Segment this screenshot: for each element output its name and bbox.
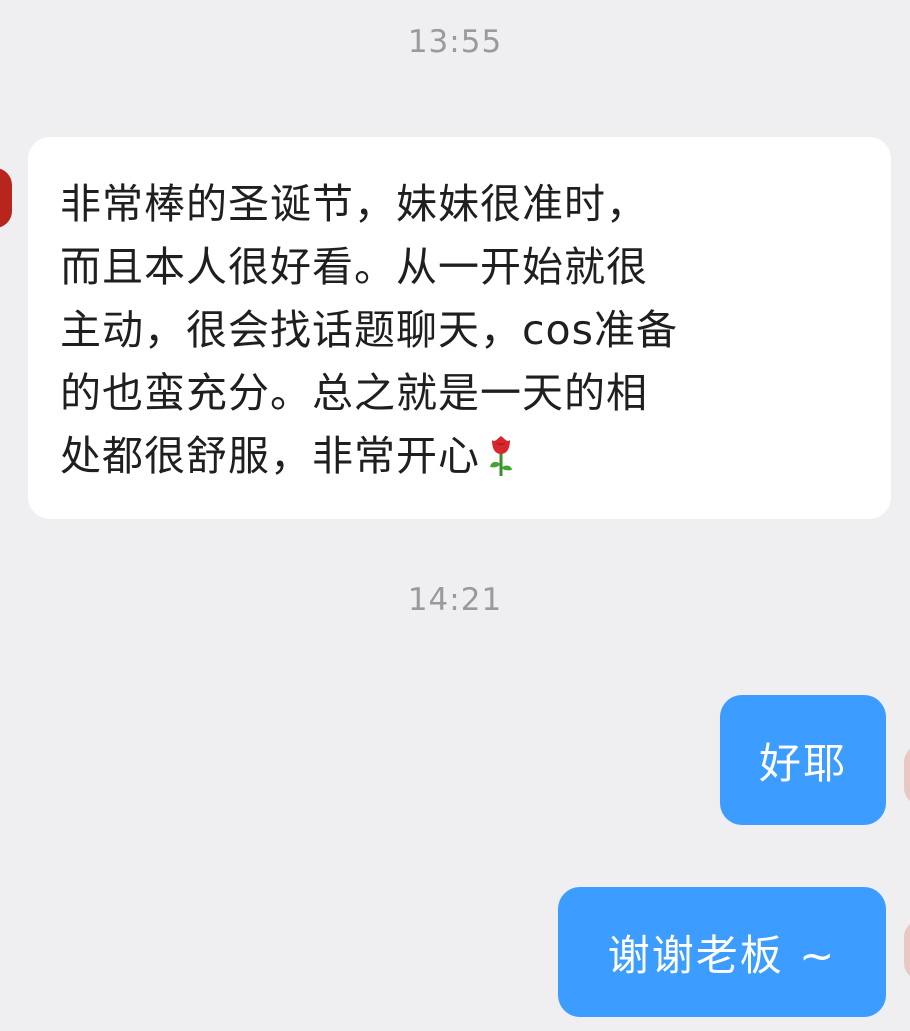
rose-icon	[486, 433, 516, 496]
outgoing-message-bubble[interactable]: 谢谢老板 ~	[558, 887, 886, 1017]
chat-conversation: 13:55 非常棒的圣诞节，妹妹很准时， 而且本人很好看。从一开始就很 主动，很…	[0, 0, 910, 1031]
message-text: 谢谢老板 ~	[607, 930, 837, 980]
timestamp: 14:21	[407, 582, 503, 618]
outgoing-message-bubble[interactable]: 好耶	[720, 695, 886, 825]
message-text: 好耶	[758, 738, 847, 788]
timestamp: 13:55	[407, 24, 503, 60]
avatar[interactable]	[904, 920, 910, 980]
message-text: 非常棒的圣诞节，妹妹很准时， 而且本人很好看。从一开始就很 主动，很会找话题聊天…	[60, 180, 678, 480]
avatar[interactable]	[0, 168, 12, 228]
avatar[interactable]	[904, 745, 910, 805]
incoming-message-bubble[interactable]: 非常棒的圣诞节，妹妹很准时， 而且本人很好看。从一开始就很 主动，很会找话题聊天…	[28, 137, 891, 519]
